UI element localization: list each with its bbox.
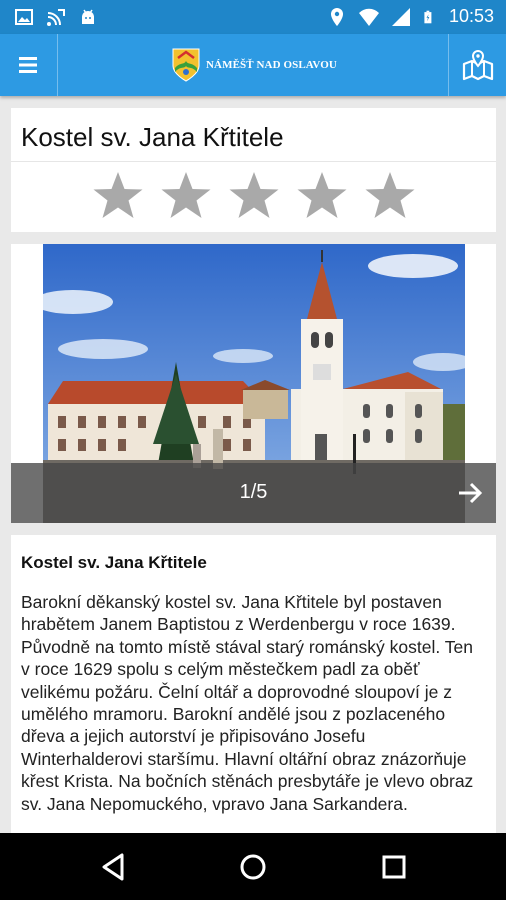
hamburger-icon — [18, 57, 37, 73]
photo-gallery[interactable]: 1/5 — [11, 244, 496, 523]
rating-stars — [11, 170, 496, 222]
battery-charging-icon — [424, 10, 432, 23]
navigation-bar — [0, 833, 506, 900]
cast-icon — [47, 9, 65, 26]
android-icon — [82, 9, 94, 24]
home-icon[interactable] — [235, 849, 271, 885]
arrow-right-icon[interactable] — [456, 479, 484, 507]
map-pin-icon — [462, 49, 493, 81]
clock: 10:53 — [448, 6, 494, 26]
app-title: NÁMĚŠŤ NAD OSLAVOU — [206, 59, 337, 71]
back-icon[interactable] — [96, 849, 132, 885]
description-card: Kostel sv. Jana Křtitele Barokní děkansk… — [11, 535, 496, 835]
app-bar: NÁMĚŠŤ NAD OSLAVOU — [0, 34, 506, 96]
status-bar: 10:53 — [0, 0, 506, 34]
gallery-controls: 1/5 — [11, 463, 496, 523]
description-heading: Kostel sv. Jana Křtitele — [21, 553, 207, 572]
poi-title-card: Kostel sv. Jana Křtitele — [11, 108, 496, 232]
description-body: Barokní děkanský kostel sv. Jana Křtitel… — [21, 592, 474, 814]
image-icon — [15, 9, 33, 25]
wifi-icon — [358, 8, 379, 26]
star-3[interactable] — [228, 170, 280, 222]
town-crest-icon — [172, 48, 200, 82]
recents-icon[interactable] — [376, 849, 412, 885]
star-1[interactable] — [92, 170, 144, 222]
poi-title: Kostel sv. Jana Křtitele — [11, 108, 496, 162]
star-2[interactable] — [160, 170, 212, 222]
signal-icon — [391, 7, 410, 26]
location-icon — [330, 7, 343, 26]
map-button[interactable] — [448, 34, 506, 96]
photo-counter: 1/5 — [239, 481, 268, 503]
star-5[interactable] — [364, 170, 416, 222]
star-4[interactable] — [296, 170, 348, 222]
menu-button[interactable] — [0, 34, 58, 96]
app-brand: NÁMĚŠŤ NAD OSLAVOU — [172, 48, 337, 82]
